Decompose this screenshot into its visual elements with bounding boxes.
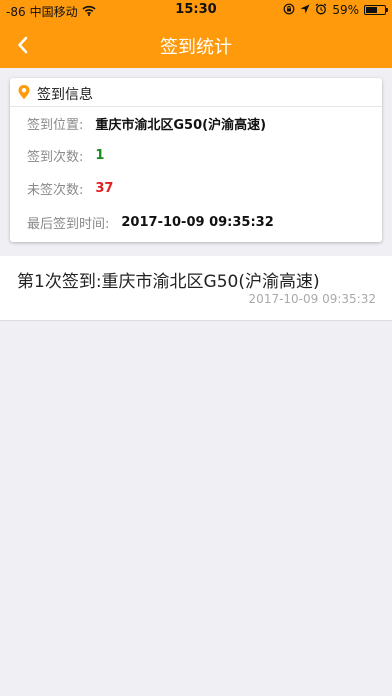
battery-percent: 59%: [332, 3, 359, 17]
card-title: 签到信息: [37, 87, 93, 103]
missed-count-row: 未签次数: 37: [27, 178, 113, 198]
location-value: 重庆市渝北区G50(沪渝高速): [95, 117, 267, 133]
record-title: 第1次签到:重庆市渝北区G50(沪渝高速): [17, 272, 320, 292]
navigation-bar: 签到统计: [0, 22, 392, 68]
location-pin-icon: [17, 84, 31, 104]
screen-lock-icon: [283, 3, 295, 17]
location-label: 签到位置:: [27, 117, 84, 133]
status-bar: -86 中国移动 15:30 59%: [0, 0, 392, 22]
checkin-count-label: 签到次数:: [27, 149, 84, 165]
checkin-count-row: 签到次数: 1: [27, 145, 104, 165]
last-time-label: 最后签到时间:: [27, 216, 110, 232]
status-right: 59%: [283, 3, 388, 17]
checkin-count-value: 1: [95, 147, 105, 163]
checkin-info-card: 签到信息 签到位置: 重庆市渝北区G50(沪渝高速) 签到次数: 1 未签次数:…: [10, 78, 382, 242]
last-time-row: 最后签到时间: 2017-10-09 09:35:32: [27, 212, 274, 232]
card-header: 签到信息: [10, 78, 382, 107]
alarm-icon: [315, 3, 327, 17]
battery-level: [366, 7, 377, 13]
missed-count-value: 37: [95, 180, 114, 196]
location-icon: [300, 4, 310, 16]
checkin-record-item[interactable]: 第1次签到:重庆市渝北区G50(沪渝高速) 2017-10-09 09:35:3…: [0, 256, 392, 321]
location-row: 签到位置: 重庆市渝北区G50(沪渝高速): [27, 113, 266, 133]
battery-icon: [364, 5, 388, 15]
page-title: 签到统计: [160, 37, 232, 58]
last-time-value: 2017-10-09 09:35:32: [121, 214, 274, 230]
header-bar: -86 中国移动 15:30 59% 签到统计: [0, 0, 392, 68]
record-time: 2017-10-09 09:35:32: [248, 292, 376, 306]
missed-count-label: 未签次数:: [27, 182, 84, 198]
